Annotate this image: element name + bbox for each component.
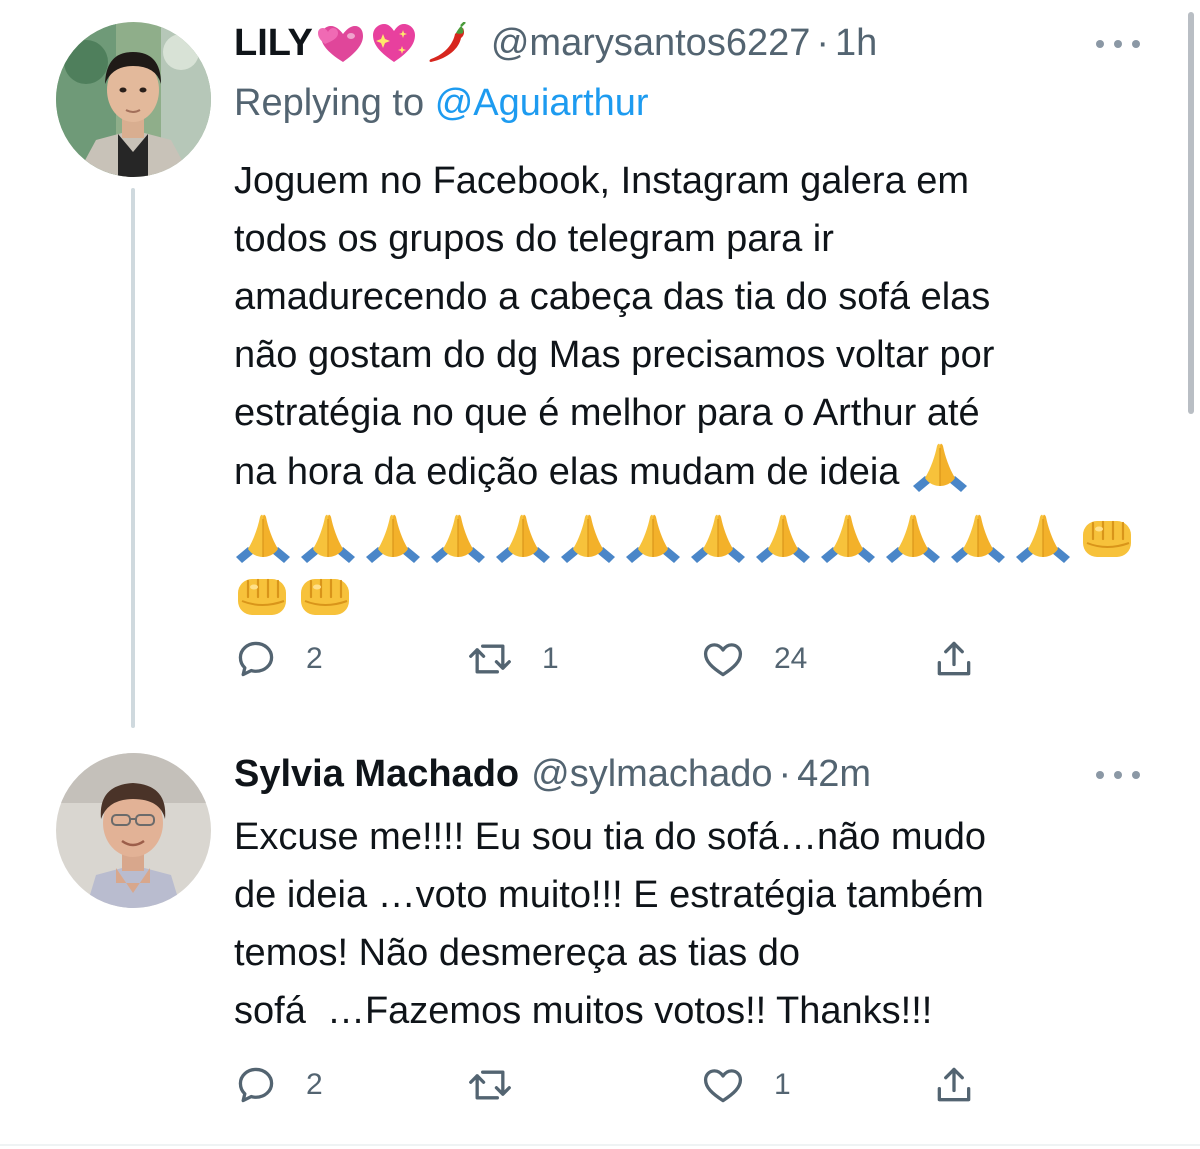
like-count: 1	[774, 1068, 791, 1101]
text-line: sofá …Fazemos muitos votos!! Thanks!!!	[234, 990, 933, 1032]
emoji-row-2	[234, 567, 1144, 625]
oncoming-fist-emoji	[238, 578, 286, 615]
folded-hands-emoji	[1016, 514, 1070, 563]
text-line: amadurecendo a cabeça das tia do sofá el…	[234, 276, 991, 318]
folded-hands-emoji	[691, 514, 745, 563]
text-line: temos! Não desmereça as tias do	[234, 932, 801, 974]
like-count: 24	[774, 642, 808, 675]
tweet-text: Joguem no Facebook, Instagram galera em …	[234, 152, 1144, 625]
text-line-last: na hora da edição elas mudam de ideia	[234, 442, 1144, 509]
retweet-button[interactable]: 1	[466, 634, 559, 684]
text-line: Excuse me!!!! Eu sou tia do sofá…não mud…	[234, 816, 986, 858]
bottom-divider	[0, 1144, 1200, 1146]
more-options-icon[interactable]	[1096, 769, 1140, 781]
author-handle[interactable]: @marysantos6227	[491, 22, 811, 65]
oncoming-fist-emoji	[1083, 520, 1131, 557]
reply-button[interactable]: 2	[234, 634, 323, 684]
replying-mention-link[interactable]: @Aguiarthur	[435, 82, 649, 124]
thread-connector-line	[131, 188, 135, 728]
tweet-actions: 2 1 24	[234, 634, 994, 684]
separator-dot: ·	[778, 752, 792, 795]
folded-hands-emoji	[366, 514, 420, 563]
share-button[interactable]	[932, 634, 976, 684]
folded-hands-emoji	[913, 443, 968, 492]
author-handle[interactable]: @sylmachado	[531, 753, 772, 796]
avatar[interactable]	[56, 22, 211, 177]
folded-hands-emoji	[236, 514, 290, 563]
avatar[interactable]	[56, 753, 211, 908]
replying-to: Replying to @Aguiarthur	[234, 82, 649, 125]
folded-hands-emoji	[561, 514, 615, 563]
heart-icon	[703, 1069, 743, 1103]
reply-icon	[238, 1067, 274, 1103]
tweet-text: Excuse me!!!! Eu sou tia do sofá…não mud…	[234, 808, 1144, 1040]
share-icon	[937, 641, 971, 676]
replying-prefix: Replying to	[234, 82, 425, 124]
retweet-count: 1	[542, 642, 559, 675]
retweet-button[interactable]	[466, 1060, 542, 1110]
reply-icon	[238, 641, 274, 677]
scrollbar[interactable]	[1188, 12, 1194, 414]
share-button[interactable]	[932, 1060, 976, 1110]
sparkling-heart-emoji	[372, 24, 415, 62]
author-name[interactable]: LILY	[234, 22, 313, 65]
folded-hands-emoji	[431, 514, 485, 563]
tweet-1[interactable]: LILY @marysantos6227 · 1h Replying to @A…	[0, 0, 1200, 735]
tweet-header: Sylvia Machado @sylmachado · 42m	[234, 749, 871, 799]
retweet-icon	[469, 644, 511, 674]
folded-hands-emoji	[911, 442, 969, 509]
tweet-actions: 2 1	[234, 1060, 994, 1110]
tweet-header: LILY @marysantos6227 · 1h	[234, 18, 877, 68]
like-button[interactable]: 1	[700, 1060, 791, 1110]
text-line: Joguem no Facebook, Instagram galera em	[234, 160, 970, 202]
folded-hands-emoji	[821, 514, 875, 563]
more-options-icon[interactable]	[1096, 38, 1140, 50]
retweet-icon	[469, 1070, 511, 1100]
folded-hands-emoji	[756, 514, 810, 563]
folded-hands-emoji	[626, 514, 680, 563]
tweet-timestamp[interactable]: 1h	[835, 22, 877, 65]
folded-hands-emoji	[951, 514, 1005, 563]
text-line: não gostam do dg Mas precisamos voltar p…	[234, 334, 995, 376]
name-emojis	[317, 22, 479, 64]
tweet-2[interactable]: Sylvia Machado @sylmachado · 42m Excuse …	[0, 735, 1200, 1145]
author-name[interactable]: Sylvia Machado	[234, 753, 519, 796]
reply-count: 2	[306, 1068, 323, 1101]
text-line: de ideia …voto muito!!! E estratégia tam…	[234, 874, 984, 916]
heart-icon	[703, 643, 743, 677]
oncoming-fist-emoji	[301, 578, 349, 615]
folded-hands-emoji	[496, 514, 550, 563]
chili-pepper-emoji	[429, 22, 466, 62]
reply-count: 2	[306, 642, 323, 675]
share-icon	[937, 1067, 971, 1102]
emoji-row-1	[234, 509, 1144, 567]
text-line: todos os grupos do telegram para ir	[234, 218, 834, 260]
folded-hands-emoji	[301, 514, 355, 563]
like-button[interactable]: 24	[700, 634, 807, 684]
folded-hands-emoji	[886, 514, 940, 563]
text-line-text: na hora da edição elas mudam de ideia	[234, 451, 900, 493]
separator-dot: ·	[816, 21, 830, 64]
tweet-timestamp[interactable]: 42m	[797, 753, 871, 796]
text-line: estratégia no que é melhor para o Arthur…	[234, 392, 980, 434]
reply-button[interactable]: 2	[234, 1060, 323, 1110]
revolving-hearts-emoji	[317, 26, 363, 62]
